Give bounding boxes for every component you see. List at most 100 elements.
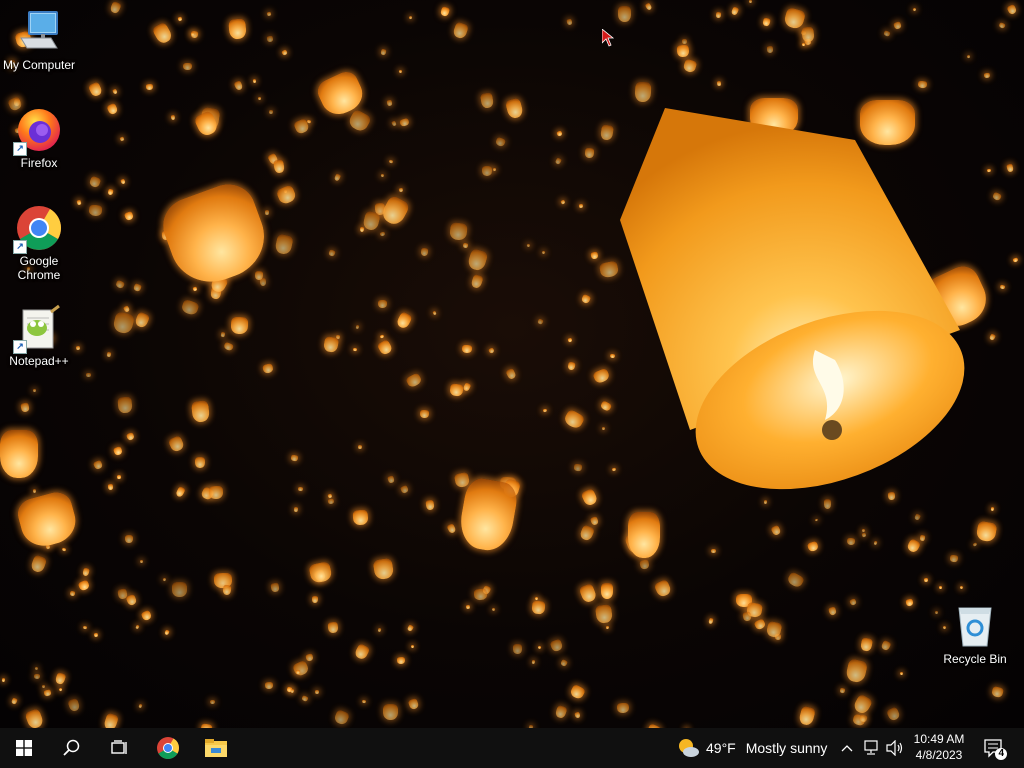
lantern bbox=[526, 243, 531, 248]
lantern bbox=[322, 335, 339, 354]
lantern bbox=[873, 540, 879, 546]
lantern bbox=[949, 554, 958, 562]
start-button[interactable] bbox=[0, 728, 48, 768]
lantern bbox=[676, 43, 690, 57]
lantern bbox=[577, 582, 597, 603]
lantern bbox=[112, 88, 119, 95]
lantern bbox=[456, 476, 520, 554]
lantern bbox=[120, 178, 127, 186]
lantern bbox=[377, 300, 387, 309]
desktop-icon-firefox[interactable]: ↗ Firefox bbox=[1, 106, 77, 170]
lantern bbox=[1006, 3, 1019, 16]
lantern bbox=[465, 604, 471, 609]
lantern bbox=[11, 697, 18, 705]
weather-widget[interactable]: 49°F Mostly sunny bbox=[676, 728, 827, 768]
lantern bbox=[386, 99, 392, 106]
lantern bbox=[298, 486, 303, 492]
lantern bbox=[618, 6, 632, 23]
lantern bbox=[917, 80, 927, 88]
lantern bbox=[711, 548, 717, 553]
lantern bbox=[14, 488, 81, 552]
lantern bbox=[113, 445, 124, 457]
volume-button[interactable] bbox=[884, 728, 906, 768]
lantern bbox=[67, 697, 82, 713]
lantern bbox=[220, 332, 226, 338]
lantern bbox=[801, 42, 805, 46]
lantern bbox=[536, 318, 543, 325]
lantern bbox=[491, 607, 496, 612]
desktop-icon-chrome[interactable]: ↗ Google Chrome bbox=[1, 204, 77, 282]
lantern bbox=[266, 11, 272, 17]
desktop-icon-label: Notepad++ bbox=[9, 354, 69, 368]
lantern bbox=[482, 165, 493, 177]
lantern bbox=[823, 499, 832, 509]
lantern bbox=[541, 250, 546, 255]
lantern bbox=[167, 434, 185, 453]
lantern bbox=[372, 557, 395, 581]
large-lantern bbox=[620, 108, 965, 490]
lantern bbox=[61, 547, 67, 553]
show-hidden-icons-button[interactable] bbox=[838, 728, 856, 768]
lantern bbox=[562, 408, 586, 431]
lantern bbox=[537, 645, 543, 650]
network-icon bbox=[864, 740, 878, 755]
lantern bbox=[151, 21, 174, 45]
notification-count-badge: 4 bbox=[995, 748, 1007, 760]
lantern bbox=[209, 699, 215, 705]
taskbar-file-explorer-button[interactable] bbox=[192, 728, 240, 768]
windows-logo-icon bbox=[16, 740, 32, 756]
lantern bbox=[741, 611, 752, 622]
network-button[interactable] bbox=[860, 728, 882, 768]
lantern bbox=[899, 672, 904, 677]
lantern bbox=[119, 136, 125, 142]
lantern bbox=[102, 712, 120, 728]
clock[interactable]: 10:49 AM 4/8/2023 bbox=[906, 731, 972, 763]
mouse-cursor bbox=[602, 29, 614, 47]
lantern bbox=[266, 35, 274, 43]
lantern bbox=[33, 488, 37, 494]
lantern bbox=[0, 430, 38, 478]
lantern bbox=[785, 570, 805, 589]
lantern bbox=[905, 598, 915, 607]
lantern bbox=[106, 102, 120, 116]
lantern bbox=[20, 402, 30, 413]
lantern bbox=[639, 558, 650, 570]
lantern bbox=[859, 713, 869, 723]
lantern bbox=[439, 5, 450, 17]
lantern bbox=[462, 242, 469, 249]
lantern bbox=[567, 361, 576, 371]
lantern bbox=[565, 18, 573, 26]
desktop-icon-my-computer[interactable]: My Computer bbox=[1, 8, 77, 72]
lantern bbox=[504, 97, 525, 120]
lantern bbox=[605, 625, 609, 629]
lantern bbox=[290, 688, 295, 694]
search-button[interactable] bbox=[48, 728, 96, 768]
folder-icon bbox=[205, 739, 227, 757]
lantern bbox=[991, 191, 1003, 202]
lantern bbox=[230, 317, 249, 335]
taskbar-chrome-button[interactable] bbox=[144, 728, 192, 768]
lantern bbox=[505, 367, 517, 380]
lantern bbox=[972, 542, 978, 548]
lantern bbox=[92, 459, 103, 470]
lantern bbox=[924, 577, 929, 582]
shortcut-arrow-icon: ↗ bbox=[13, 240, 27, 254]
lantern bbox=[399, 485, 409, 495]
lantern bbox=[290, 454, 298, 462]
lantern bbox=[554, 704, 569, 720]
lantern bbox=[264, 681, 274, 689]
task-view-button[interactable] bbox=[96, 728, 144, 768]
notifications-button[interactable]: 4 bbox=[978, 728, 1010, 768]
lantern bbox=[797, 705, 817, 727]
desktop-icon-recycle-bin[interactable]: Recycle Bin bbox=[937, 602, 1013, 666]
lantern bbox=[273, 159, 286, 174]
lantern bbox=[644, 1, 653, 11]
lantern bbox=[556, 130, 564, 137]
lantern bbox=[270, 582, 280, 592]
lantern bbox=[560, 658, 569, 668]
lantern bbox=[377, 339, 394, 357]
lantern bbox=[567, 336, 573, 343]
desktop-icon-notepadpp[interactable]: ↗ Notepad++ bbox=[1, 304, 77, 368]
lantern bbox=[860, 637, 874, 653]
shortcut-arrow-icon: ↗ bbox=[13, 340, 27, 354]
